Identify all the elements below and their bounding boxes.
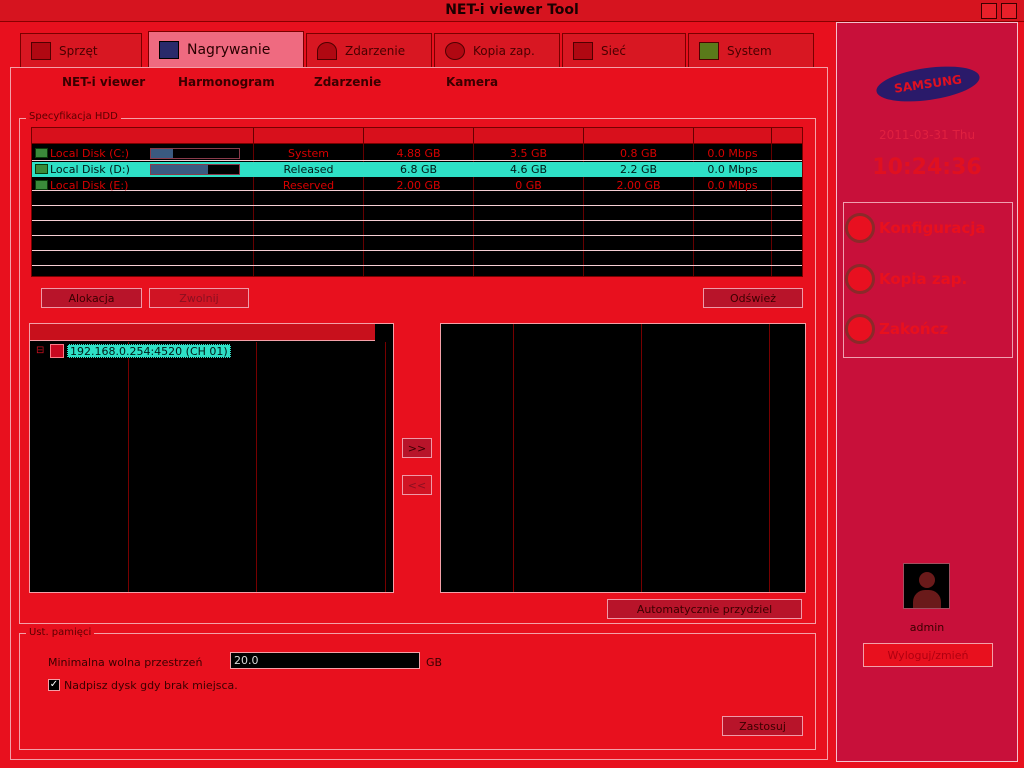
tab-label: Zdarzenie xyxy=(345,43,406,58)
disk-speed: 0.0 Mbps xyxy=(707,179,758,192)
user-name: admin xyxy=(909,621,945,634)
assigned-panel xyxy=(440,323,806,593)
device-tree-panel: ⊟ 192.168.0.254:4520 (CH 01) xyxy=(29,323,394,593)
overwrite-label: Nadpisz dysk gdy brak miejsca. xyxy=(64,679,238,692)
disk-free: 0.8 GB xyxy=(619,147,658,160)
subtab-viewer[interactable]: NET-i viewer xyxy=(62,75,145,89)
disk-status: Released xyxy=(283,163,334,176)
disk-used: 3.5 GB xyxy=(509,147,548,160)
hardware-icon xyxy=(31,41,51,60)
recording-icon xyxy=(159,40,179,59)
disk-total: 2.00 GB xyxy=(396,179,441,192)
disk-total: 6.8 GB xyxy=(399,163,438,176)
min-space-unit: GB xyxy=(426,656,443,669)
drive-icon xyxy=(35,148,48,158)
tab-system[interactable]: System xyxy=(688,33,814,67)
backup-icon xyxy=(445,41,465,60)
usage-bar xyxy=(150,164,240,175)
table-header xyxy=(32,128,802,144)
disk-status: System xyxy=(287,147,330,160)
hdd-group-legend: Specyfikacja HDD xyxy=(26,111,121,122)
tree-expander[interactable]: ⊟ xyxy=(36,345,44,356)
date-display: 2011-03-31 Thu xyxy=(878,128,976,142)
clock-display: 10:24:36 xyxy=(872,155,982,180)
system-icon xyxy=(699,41,719,60)
table-row[interactable]: Local Disk (E:) Reserved 2.00 GB 0 GB 2.… xyxy=(32,178,802,193)
backup-label: Kopia zap. xyxy=(879,270,968,288)
drive-icon xyxy=(35,180,48,190)
disk-used: 0 GB xyxy=(515,179,542,192)
tab-label: System xyxy=(727,43,772,58)
overwrite-checkbox[interactable]: ✓ xyxy=(48,679,60,691)
disk-name: Local Disk (D:) xyxy=(50,163,130,176)
network-icon xyxy=(573,41,593,60)
options-legend: Ust. pamięci xyxy=(26,627,95,638)
exit-button[interactable]: Zakończ xyxy=(845,306,1013,352)
allocate-button[interactable]: Alokacja xyxy=(41,288,142,308)
disk-table: Local Disk (C:) System 4.88 GB 3.5 GB 0.… xyxy=(31,127,803,277)
tab-label: Sieć xyxy=(601,43,626,58)
subtab-event[interactable]: Zdarzenie xyxy=(314,75,381,89)
tree-item[interactable]: 192.168.0.254:4520 (CH 01) xyxy=(67,344,231,358)
release-button[interactable]: Zwolnij xyxy=(149,288,249,308)
table-row[interactable]: Local Disk (C:) System 4.88 GB 3.5 GB 0.… xyxy=(32,146,802,161)
tab-recording[interactable]: Nagrywanie xyxy=(148,31,304,67)
disk-speed: 0.0 Mbps xyxy=(707,163,758,176)
backup-icon xyxy=(845,264,875,294)
subtab-schedule[interactable]: Harmonogram xyxy=(178,75,275,89)
refresh-button[interactable]: Odśwież xyxy=(703,288,803,308)
tab-event[interactable]: Zdarzenie xyxy=(306,33,432,67)
disk-free: 2.2 GB xyxy=(619,163,658,176)
drive-icon xyxy=(35,164,48,174)
auto-assign-button[interactable]: Automatycznie przydziel xyxy=(607,599,802,619)
minimize-button[interactable] xyxy=(981,3,997,19)
exit-label: Zakończ xyxy=(879,320,949,338)
backup-button[interactable]: Kopia zap. xyxy=(845,256,1013,302)
disk-name: Local Disk (C:) xyxy=(50,147,130,160)
avatar xyxy=(903,563,950,609)
apply-button[interactable]: Zastosuj xyxy=(722,716,803,736)
tab-label: Kopia zap. xyxy=(473,43,535,58)
tab-label: Nagrywanie xyxy=(187,41,271,58)
tab-label: Sprzęt xyxy=(59,43,98,58)
window-title: NET-i viewer Tool xyxy=(445,2,579,18)
device-tree-header xyxy=(30,324,375,341)
remove-button[interactable]: << xyxy=(402,475,432,495)
disk-free: 2.00 GB xyxy=(616,179,661,192)
min-space-field[interactable]: 20.0 xyxy=(230,652,420,669)
disk-total: 4.88 GB xyxy=(396,147,441,160)
gear-icon xyxy=(845,213,875,243)
power-icon xyxy=(845,314,875,344)
config-button[interactable]: Konfiguracja xyxy=(845,205,1013,251)
subtab-camera[interactable]: Kamera xyxy=(446,75,498,89)
disk-status: Reserved xyxy=(282,179,335,192)
alarm-bell-icon xyxy=(317,41,337,60)
disk-name: Local Disk (E:) xyxy=(50,179,129,192)
min-space-label: Minimalna wolna przestrzeń xyxy=(48,656,203,669)
camera-icon xyxy=(50,344,64,358)
close-button[interactable] xyxy=(1001,3,1017,19)
disk-used: 4.6 GB xyxy=(509,163,548,176)
add-button[interactable]: >> xyxy=(402,438,432,458)
change-user-button[interactable]: Wyloguj/zmień xyxy=(863,643,993,667)
tab-backup[interactable]: Kopia zap. xyxy=(434,33,560,67)
tab-network[interactable]: Sieć xyxy=(562,33,686,67)
disk-speed: 0.0 Mbps xyxy=(707,147,758,160)
usage-bar xyxy=(150,148,240,159)
tab-hardware[interactable]: Sprzęt xyxy=(20,33,142,67)
table-row[interactable]: Local Disk (D:) Released 6.8 GB 4.6 GB 2… xyxy=(32,162,802,177)
config-label: Konfiguracja xyxy=(879,219,986,237)
